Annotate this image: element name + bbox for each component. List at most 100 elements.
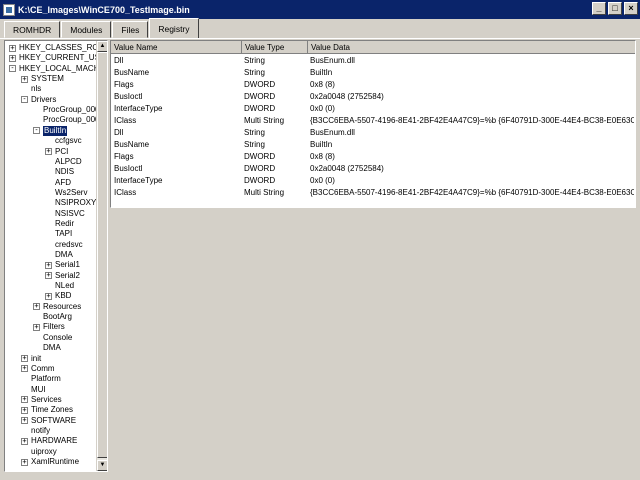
collapse-icon[interactable]: - (33, 127, 40, 135)
expand-icon[interactable]: + (45, 148, 52, 155)
tree-node[interactable]: uiproxy (21, 447, 57, 457)
tree-node[interactable]: - Drivers (21, 95, 56, 105)
expand-icon[interactable]: + (21, 458, 28, 466)
maximize-button[interactable]: □ (608, 2, 622, 15)
list-row[interactable]: Dll String BusEnum.dll (111, 127, 635, 139)
tree-node[interactable]: ALPCD (45, 157, 82, 167)
tree-node[interactable]: ProcGroup_0003 (33, 115, 104, 125)
tree-node[interactable]: NLed (45, 281, 74, 291)
registry-tree[interactable]: + HKEY_CLASSES_ROOT + HKEY_CURRENT_USER - HKE… (4, 40, 108, 472)
collapse-icon[interactable]: - (21, 96, 28, 104)
scroll-down-button[interactable]: ▼ (97, 460, 107, 471)
tree-node-label: Resources (43, 301, 82, 311)
collapse-icon[interactable]: - (9, 65, 16, 73)
tree-node[interactable]: + XamlRuntime (21, 457, 79, 467)
tree-node[interactable]: + Time Zones (21, 405, 73, 415)
list-row[interactable]: InterfaceType DWORD 0x0 (0) (111, 103, 635, 115)
list-row[interactable]: IClass Multi String {B3CC6EBA-5507-4196-8E… (111, 187, 635, 199)
tree-node[interactable]: DMA (45, 250, 73, 260)
value-type-cell: DWORD (244, 152, 276, 161)
tree-node[interactable]: + Serial2 (45, 271, 80, 281)
tree-node[interactable]: ccfgsvc (45, 136, 82, 146)
tree-node-label: AFD (55, 177, 71, 187)
expand-icon[interactable]: + (45, 272, 52, 280)
tree-node[interactable]: + KBD (45, 291, 71, 301)
list-row[interactable]: InterfaceType DWORD 0x0 (0) (111, 175, 635, 187)
value-data-cell: 0x2a0048 (2752584) (310, 92, 384, 101)
tree-node[interactable]: NSISVC (45, 209, 85, 219)
list-row[interactable]: Flags DWORD 0x8 (8) (111, 151, 635, 163)
value-type-cell: DWORD (244, 164, 276, 173)
tree-node[interactable]: + HKEY_CURRENT_USER (9, 53, 107, 63)
close-button[interactable]: × (624, 2, 638, 15)
expand-icon[interactable]: + (33, 323, 40, 331)
tree-node[interactable]: notify (21, 426, 50, 436)
column-header-value-type[interactable]: Value Type (242, 41, 308, 54)
tree-node[interactable]: + Resources (33, 302, 81, 312)
list-row[interactable]: BusIoctl DWORD 0x2a0048 (2752584) (111, 91, 635, 103)
tree-node[interactable]: DMA (33, 343, 61, 353)
scroll-thumb[interactable] (97, 52, 107, 458)
tree-node[interactable]: + PCI (45, 147, 68, 157)
tree-node[interactable]: + HKEY_CLASSES_ROOT (9, 43, 107, 53)
tree-node[interactable]: + HARDWARE (21, 436, 77, 446)
list-row[interactable]: Flags DWORD 0x8 (8) (111, 79, 635, 91)
tree-node[interactable]: credsvc (45, 240, 83, 250)
value-type-cell: DWORD (244, 104, 276, 113)
expand-icon[interactable]: + (33, 303, 40, 311)
tree-node[interactable]: + Filters (33, 322, 65, 332)
value-data-cell: BuiltIn (310, 140, 333, 149)
expand-icon[interactable]: + (21, 437, 28, 445)
tree-node[interactable]: nls (21, 84, 41, 94)
tree-node[interactable]: + SOFTWARE (21, 416, 76, 426)
tree-node-label: Redir (55, 218, 75, 228)
tree-node[interactable]: MUI (21, 385, 46, 395)
tree-node[interactable]: + init (21, 354, 41, 364)
expand-icon[interactable]: + (9, 54, 16, 62)
tree-node[interactable]: Redir (45, 219, 74, 229)
tree-node[interactable]: AFD (45, 178, 71, 188)
tree-node[interactable]: - HKEY_LOCAL_MACHINE (9, 64, 107, 74)
tab-files[interactable]: Files (112, 21, 149, 38)
tree-node[interactable]: NDIS (45, 167, 74, 177)
minimize-button[interactable]: _ (592, 2, 606, 15)
tree-node-label: ALPCD (55, 156, 82, 166)
tree-node[interactable]: Platform (21, 374, 61, 384)
tree-scrollbar[interactable]: ▲ ▼ (96, 41, 107, 471)
expand-icon[interactable]: + (9, 44, 16, 52)
tab-registry[interactable]: Registry (149, 18, 199, 38)
tree-node[interactable]: ProcGroup_0002 (33, 105, 104, 115)
scroll-up-button[interactable]: ▲ (97, 41, 107, 52)
tab-modules[interactable]: Modules (61, 21, 112, 38)
expand-icon[interactable]: + (21, 75, 28, 83)
tree-node[interactable]: Ws2Serv (45, 188, 87, 198)
expand-icon[interactable]: + (45, 292, 52, 300)
tree-node[interactable]: TAPI (45, 229, 72, 239)
window-controls: _ □ × (592, 2, 638, 15)
expand-icon[interactable]: + (21, 396, 28, 404)
list-row[interactable]: IClass Multi String {B3CC6EBA-5507-4196-8E… (111, 115, 635, 127)
expand-icon[interactable]: + (45, 261, 52, 269)
list-row[interactable]: BusName String BuiltIn (111, 67, 635, 79)
tree-node[interactable]: + Comm (21, 364, 55, 374)
expand-icon[interactable]: + (21, 406, 28, 414)
tree-node[interactable]: + Serial1 (45, 260, 80, 270)
list-row[interactable]: BusIoctl DWORD 0x2a0048 (2752584) (111, 163, 635, 175)
tree-node[interactable]: BootArg (33, 312, 72, 322)
tree-node[interactable]: - BuiltIn (33, 125, 68, 136)
column-header-value-data[interactable]: Value Data (308, 41, 635, 54)
tab-romhdr[interactable]: ROMHDR (4, 21, 61, 38)
registry-values-list[interactable]: Value Name Value Type Value Data Dll Stri… (110, 40, 636, 208)
expand-icon[interactable]: + (21, 365, 28, 373)
tree-node[interactable]: NSIPROXY (45, 198, 96, 208)
tree-node[interactable]: Console (33, 333, 72, 343)
column-header-value-name[interactable]: Value Name (111, 41, 242, 54)
expand-icon[interactable]: + (21, 355, 28, 362)
list-row[interactable]: BusName String BuiltIn (111, 139, 635, 151)
list-row[interactable]: Dll String BusEnum.dll (111, 55, 635, 67)
tree-node[interactable]: + Services (21, 395, 62, 405)
tree-node[interactable]: + SYSTEM (21, 74, 64, 84)
value-type-cell: Multi String (244, 188, 285, 197)
value-name-cell: IClass (114, 188, 137, 197)
expand-icon[interactable]: + (21, 417, 28, 425)
